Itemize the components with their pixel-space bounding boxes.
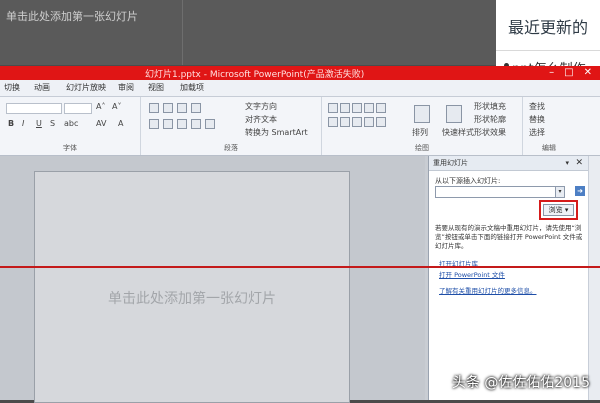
browse-highlight: 浏览 ▾ [539,200,578,220]
editing-group: 查找 替换 选择 编辑 [523,97,575,155]
pane-title: 重用幻灯片 [433,159,468,167]
pane-header: 重用幻灯片 ▾ ✕ [429,156,589,171]
font-size-box[interactable] [64,103,92,114]
browse-button[interactable]: 浏览 ▾ [543,204,574,216]
shape-star-icon[interactable] [352,117,362,127]
shape-curve-icon[interactable] [328,117,338,127]
minimize-button[interactable]: – [549,66,554,80]
source-label: 从以下源插入幻灯片: [435,177,501,185]
reuse-slides-pane: 重用幻灯片 ▾ ✕ 从以下源插入幻灯片: ▾ ➜ 浏览 ▾ 若要从现有的演示文稿… [428,156,589,400]
justify-icon[interactable] [191,119,201,129]
strikethrough-icon[interactable]: abc [64,119,78,128]
spacing-icon[interactable]: AV [96,119,106,128]
ribbon: A˄ A˅ B I U S abc AV A 字体 文字方向 对齐文本 转换为 … [0,97,600,156]
drawing-group: 排列 快速样式 形状填充 形状轮廓 形状效果 绘图 [322,97,523,155]
underline-icon[interactable]: U [36,119,42,128]
tab-animations[interactable]: 动画 [34,82,50,93]
indent-icon[interactable] [177,103,187,113]
italic-icon[interactable]: I [22,119,24,128]
outdent-icon[interactable] [191,103,201,113]
arrange-button[interactable]: 排列 [412,127,428,138]
slide-workspace: 单击此处添加第一张幻灯片 [0,156,425,403]
numbering-icon[interactable] [163,103,173,113]
font-group-label: 字体 [63,144,77,152]
shape-triangle-icon[interactable] [376,103,386,113]
learn-more-link[interactable]: 了解有关重用幻灯片的更多信息。 [439,285,537,295]
tab-view[interactable]: 视图 [148,82,164,93]
shape-fill-button[interactable]: 形状填充 [474,101,506,112]
window-controls: – □ ✕ [549,66,592,80]
shape-line-icon[interactable] [340,103,350,113]
shape-arrow-icon[interactable] [352,103,362,113]
strip-divider [182,0,183,65]
select-button[interactable]: 选择 [529,127,545,138]
paragraph-group-label: 段落 [224,144,238,152]
watermark: 头条 @佐佐佑佑2015 [451,375,590,391]
go-arrow-icon[interactable]: ➜ [575,186,585,196]
shadow-icon[interactable]: S [50,119,55,128]
grow-font-icon[interactable]: A˄ [96,102,105,111]
annotation-line [0,266,600,268]
tab-transitions[interactable]: 切换 [4,82,20,93]
tab-slideshow[interactable]: 幻灯片放映 [66,82,106,93]
pane-menu-icon[interactable]: ▾ [565,156,569,170]
find-button[interactable]: 查找 [529,101,545,112]
text-direction-button[interactable]: 文字方向 [245,101,277,112]
background-slide-strip: 单击此处添加第一张幻灯片 [0,0,496,65]
web-heading: 最近更新的 [508,18,589,37]
replace-button[interactable]: 替换 [529,114,545,125]
maximize-button[interactable]: □ [564,66,573,80]
shape-oval-icon[interactable] [364,103,374,113]
shape-rectangle-icon[interactable] [328,103,338,113]
paragraph-group: 文字方向 对齐文本 转换为 SmartArt 段落 [141,97,322,155]
bullets-icon[interactable] [149,103,159,113]
shape-outline-button[interactable]: 形状轮廓 [474,114,506,125]
arrange-icon[interactable] [414,105,430,123]
font-name-box[interactable] [6,103,62,114]
chevron-down-icon[interactable]: ▾ [555,186,565,198]
source-input[interactable] [435,186,565,198]
close-button[interactable]: ✕ [584,66,592,80]
window-title: 幻灯片1.pptx - Microsoft PowerPoint(产品激活失败) [145,70,365,80]
align-left-icon[interactable] [149,119,159,129]
drawing-group-label: 绘图 [415,144,429,152]
shape-more-icon[interactable] [376,117,386,127]
pane-description: 若要从现有的演示文稿中重用幻灯片，请先使用“浏览”按钮或单击下面的链接打开 Po… [435,224,583,250]
font-group: A˄ A˅ B I U S abc AV A 字体 [0,97,141,155]
powerpoint-window: 幻灯片1.pptx - Microsoft PowerPoint(产品激活失败)… [0,66,600,403]
vertical-scrollbar[interactable] [588,156,600,400]
open-powerpoint-file-link[interactable]: 打开 PowerPoint 文件 [439,269,505,279]
shape-effects-button[interactable]: 形状效果 [474,127,506,138]
shape-callout-icon[interactable] [364,117,374,127]
bold-icon[interactable]: B [8,119,14,128]
slide-canvas[interactable]: 单击此处添加第一张幻灯片 [34,171,350,403]
pane-close-icon[interactable]: ✕ [575,156,583,170]
title-bar[interactable]: 幻灯片1.pptx - Microsoft PowerPoint(产品激活失败)… [0,66,600,80]
shrink-font-icon[interactable]: A˅ [112,102,121,111]
editing-group-label: 编辑 [542,144,556,152]
slide-title-placeholder[interactable]: 单击此处添加第一张幻灯片 [35,288,349,308]
align-right-icon[interactable] [177,119,187,129]
web-divider [496,50,600,51]
shape-brace-icon[interactable] [340,117,350,127]
tab-review[interactable]: 审阅 [118,82,134,93]
ribbon-tabs: 切换 动画 幻灯片放映 审阅 视图 加载项 [0,80,600,97]
font-color-icon[interactable]: A [118,119,123,128]
align-center-icon[interactable] [163,119,173,129]
quick-styles-button[interactable]: 快速样式 [442,127,474,138]
previous-slide-placeholder: 单击此处添加第一张幻灯片 [6,10,138,23]
align-text-button[interactable]: 对齐文本 [245,114,277,125]
columns-icon[interactable] [205,119,215,129]
tab-addins[interactable]: 加载项 [180,82,204,93]
smartart-button[interactable]: 转换为 SmartArt [245,127,308,138]
quick-styles-icon[interactable] [446,105,462,123]
